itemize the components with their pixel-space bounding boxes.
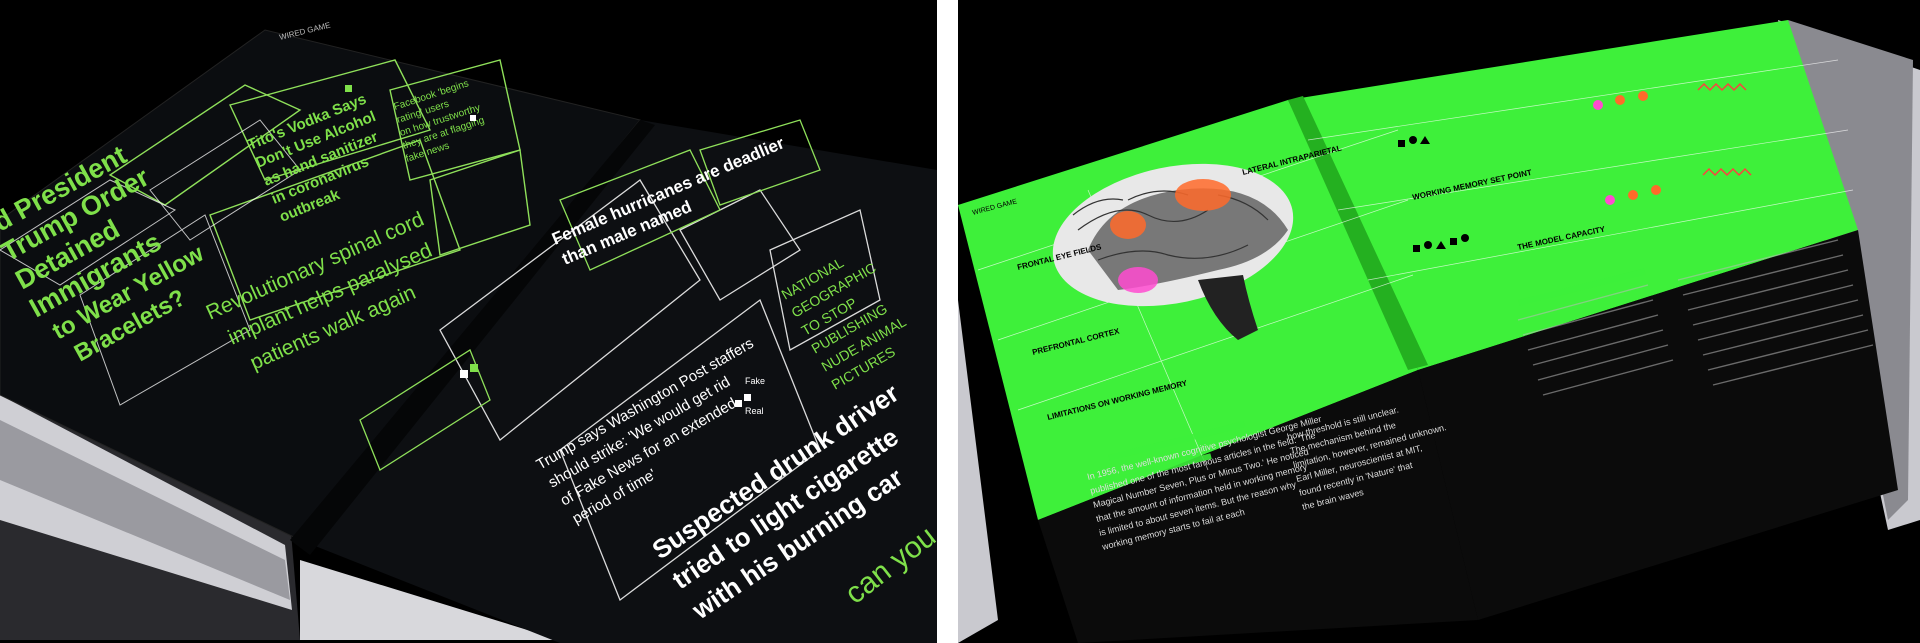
photo-right-spread: FRONTAL EYE FIELDS PREFRONTAL CORTEX LAT… xyxy=(958,0,1920,643)
magazine-spread-green: FRONTAL EYE FIELDS PREFRONTAL CORTEX LAT… xyxy=(958,0,1920,643)
magazine-spread-dark: d President Trump Order Detained Immigra… xyxy=(0,0,937,643)
option-real: Real xyxy=(745,406,764,416)
option-fake: Fake xyxy=(745,376,765,386)
photo-left-spread: d President Trump Order Detained Immigra… xyxy=(0,0,937,643)
